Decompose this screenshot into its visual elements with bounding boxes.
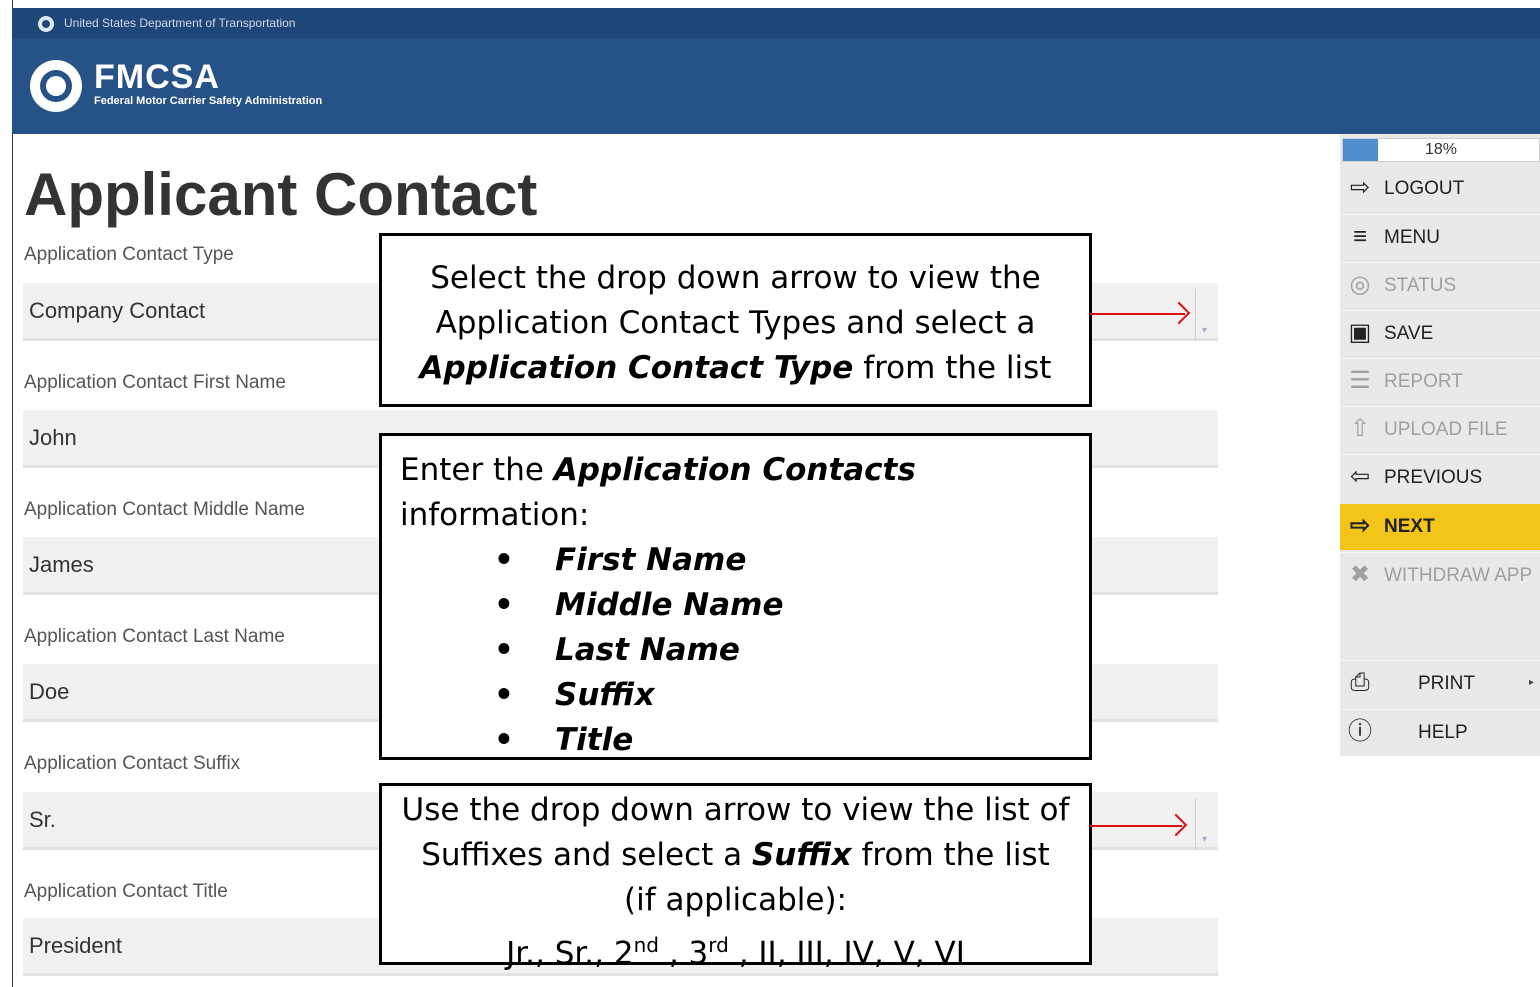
next-label: NEXT <box>1384 516 1435 537</box>
contact-type-callout: Select the drop down arrow to view the A… <box>379 233 1092 407</box>
contact-type-value: Company Contact <box>29 298 206 323</box>
callout-line: Select the drop down arrow to view the <box>430 260 1041 296</box>
first-name-label: Application Contact First Name <box>24 372 286 393</box>
callout-line: (if applicable): <box>624 882 847 918</box>
status-icon: ◎ <box>1349 271 1371 298</box>
print-button[interactable]: ⎙ PRINT ▸ <box>1340 660 1540 706</box>
help-label: HELP <box>1418 722 1468 743</box>
callout-line: Application Contact Type from the list <box>382 346 1089 391</box>
withdraw-app-button[interactable]: ✖ WITHDRAW APP <box>1340 552 1540 598</box>
info-icon: ⓘ <box>1348 718 1372 745</box>
save-label: SAVE <box>1384 323 1434 344</box>
suffix-options-line: Jr., Sr., 2nd , 3rd , II, III, IV, V, VI <box>382 923 1089 976</box>
withdraw-app-label: WITHDRAW APP <box>1384 565 1533 586</box>
upload-file-button[interactable]: ⇧ UPLOAD FILE <box>1340 406 1540 452</box>
menu-icon: ≡ <box>1352 223 1367 250</box>
suffix-callout: Use the drop down arrow to view the list… <box>379 783 1092 971</box>
logout-label: LOGOUT <box>1384 178 1465 199</box>
callout-line: Enter the Application Contacts <box>382 448 1089 493</box>
callout-line: Application Contact Types and select a <box>435 305 1036 341</box>
help-button[interactable]: ⓘ HELP <box>1340 709 1540 755</box>
report-button[interactable]: ☰ REPORT <box>1340 358 1540 404</box>
first-name-value: John <box>29 425 77 450</box>
pointer-arrow <box>1090 313 1185 315</box>
callout-line: Use the drop down arrow to view the list… <box>401 792 1070 828</box>
last-name-label: Application Contact Last Name <box>24 626 285 647</box>
callout-text: from the list <box>851 837 1050 873</box>
next-button[interactable]: ⇨ NEXT <box>1340 504 1540 550</box>
callout-text: Jr., Sr., 2 <box>506 935 634 972</box>
report-label: REPORT <box>1384 371 1463 392</box>
callout-emphasis: Application Contacts <box>553 452 916 488</box>
suffix-label: Application Contact Suffix <box>24 753 241 774</box>
list-item: First Name <box>382 538 1089 583</box>
contact-type-dropdown-arrow-icon[interactable] <box>1195 289 1218 359</box>
previous-label: PREVIOUS <box>1384 467 1483 488</box>
list-item: Suffix <box>382 673 1089 718</box>
report-icon: ☰ <box>1349 367 1371 394</box>
callout-text: from the list <box>853 350 1052 386</box>
callout-text: Enter the <box>400 452 554 488</box>
brand-name: FMCSA <box>94 58 220 96</box>
withdraw-icon: ✖ <box>1349 561 1371 588</box>
next-icon: ⇨ <box>1349 512 1371 539</box>
title-label: Application Contact Title <box>24 881 228 902</box>
menu-label: MENU <box>1384 227 1440 248</box>
progress-bar: 18% <box>1342 138 1540 162</box>
dot-logo-icon <box>38 16 54 32</box>
callout-line: Suffixes and select a Suffix from the li… <box>382 833 1089 878</box>
upload-icon: ⇧ <box>1349 415 1371 442</box>
list-item: Title <box>382 718 1089 763</box>
ordinal-suffix: rd <box>708 933 729 957</box>
callout-emphasis: Suffix <box>751 837 852 873</box>
save-icon: ▣ <box>1348 319 1372 346</box>
list-item: Last Name <box>382 628 1089 673</box>
printer-icon: ⎙ <box>1350 669 1370 696</box>
previous-button[interactable]: ⇦ PREVIOUS <box>1340 454 1540 500</box>
callout-line: information: <box>400 497 590 533</box>
pointer-arrow <box>1090 825 1182 827</box>
list-item: Middle Name <box>382 583 1089 628</box>
callout-text: , II, III, IV, V, VI <box>728 935 965 972</box>
dot-strip: United States Department of Transportati… <box>12 8 1540 38</box>
logout-button[interactable]: ⇨ LOGOUT <box>1340 166 1540 212</box>
fmcsa-logo-icon <box>30 60 82 112</box>
page-title: Applicant Contact <box>24 161 538 228</box>
suffix-value: Sr. <box>29 807 56 832</box>
ordinal-suffix: nd <box>633 933 659 957</box>
callout-text: Suffixes and select a <box>421 837 752 873</box>
progress-label: 18% <box>1424 141 1458 158</box>
upload-file-label: UPLOAD FILE <box>1384 419 1508 440</box>
suffix-dropdown-arrow-icon[interactable] <box>1195 798 1218 868</box>
brand-subtitle: Federal Motor Carrier Safety Administrat… <box>94 95 323 107</box>
site-header: United States Department of Transportati… <box>12 8 1540 134</box>
callout-emphasis: Application Contact Type <box>419 350 854 386</box>
title-value: President <box>29 933 122 958</box>
status-label: STATUS <box>1384 275 1457 296</box>
save-button[interactable]: ▣ SAVE <box>1340 310 1540 356</box>
logout-icon: ⇨ <box>1349 174 1371 201</box>
last-name-value: Doe <box>29 679 70 704</box>
contact-fields-list: First Name Middle Name Last Name Suffix … <box>382 538 1089 763</box>
contact-type-label: Application Contact Type <box>24 244 234 265</box>
sidebar: 18% ⇨ LOGOUT ≡ MENU ◎ STATUS ▣ SAVE ☰ RE… <box>1340 134 1540 756</box>
contacts-callout: Enter the Application Contacts informati… <box>379 433 1092 763</box>
window-edge <box>0 0 13 987</box>
middle-name-label: Application Contact Middle Name <box>24 499 305 520</box>
print-label: PRINT <box>1418 673 1475 694</box>
menu-button[interactable]: ≡ MENU <box>1340 214 1540 260</box>
previous-icon: ⇦ <box>1349 463 1371 490</box>
status-button[interactable]: ◎ STATUS <box>1340 262 1540 308</box>
middle-name-value: James <box>29 552 94 577</box>
callout-text: , 3 <box>658 935 709 972</box>
department-name: United States Department of Transportati… <box>64 16 296 30</box>
chevron-right-icon: ▸ <box>1528 677 1534 688</box>
